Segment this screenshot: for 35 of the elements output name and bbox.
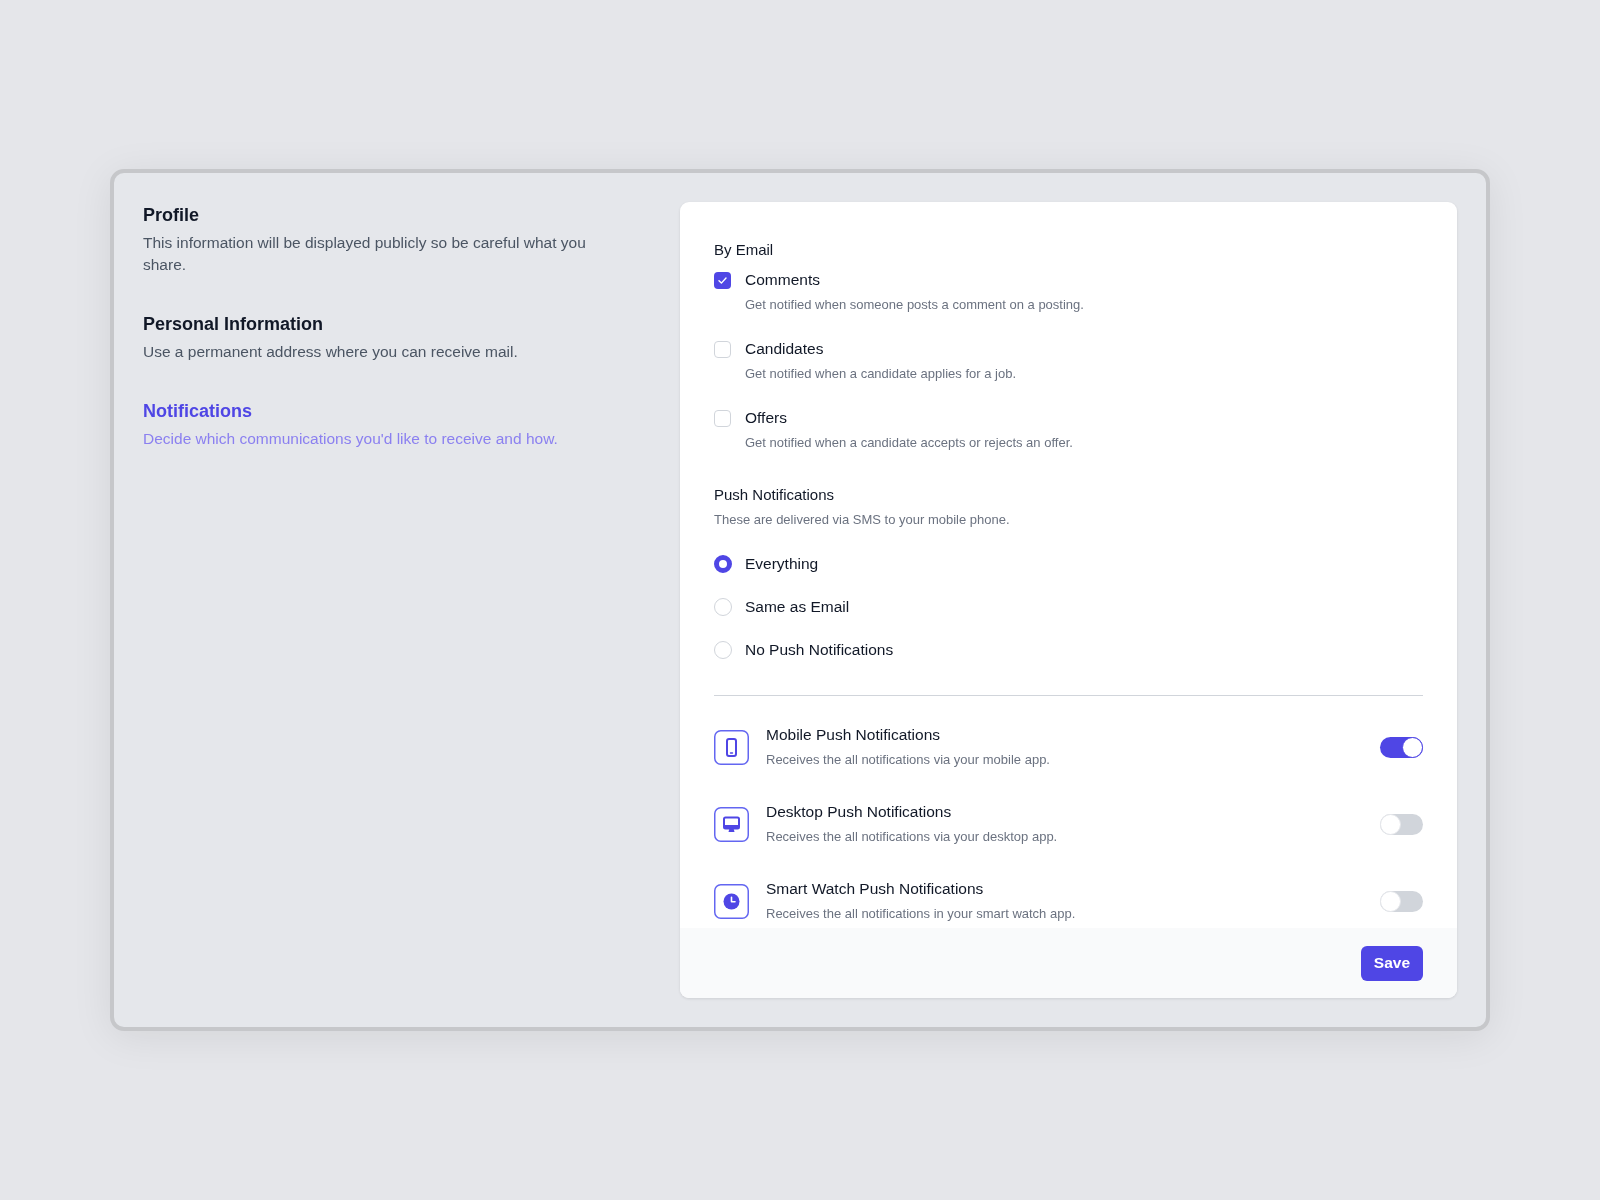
device-description: Receives the all notifications in your smart watch app. [766, 905, 1077, 923]
option-label: Candidates [745, 339, 824, 359]
option-description: Get notified when a candidate accepts or rejects an offer. [745, 434, 1074, 452]
device-title: Mobile Push Notifications [766, 725, 942, 745]
section-heading: Push Notifications [714, 485, 836, 505]
section-link[interactable]: Notifications [143, 398, 252, 424]
clock-icon [714, 883, 749, 919]
device-title: Smart Watch Push Notifications [766, 879, 985, 899]
device-title: Desktop Push Notifications [766, 802, 953, 822]
toggle-switch[interactable] [1380, 736, 1423, 758]
option-description: Get notified when someone posts a comment on a posting. [745, 296, 1085, 314]
device-description: Receives the all notifications via your mobile app. [766, 751, 1051, 769]
toggle-switch[interactable] [1380, 890, 1423, 912]
section-description: These are delivered via SMS to your mobile phone. [714, 511, 1011, 529]
option-label: Comments [745, 270, 820, 290]
monitor-icon [714, 806, 749, 842]
toggle-switch[interactable] [1380, 813, 1423, 835]
option-label: No Push Notifications [745, 640, 894, 660]
phone-icon [714, 729, 749, 765]
radio-button[interactable] [714, 555, 732, 573]
option-description: Get notified when a candidate applies for a job. [745, 365, 1017, 383]
checkbox[interactable] [714, 409, 731, 427]
option-label: Everything [745, 554, 819, 574]
section-description: Decide which communications you'd like to receive and how. [143, 429, 558, 449]
section-link[interactable]: Personal Information [143, 311, 324, 337]
checkbox[interactable] [714, 271, 731, 289]
option-label: Same as Email [745, 597, 850, 617]
section-link[interactable]: Profile [143, 202, 199, 228]
device-description: Receives the all notifications via your desktop app. [766, 828, 1059, 846]
save-button[interactable]: Save [1360, 945, 1423, 981]
section-heading: By Email [714, 240, 775, 260]
section-description: This information will be displayed publicly so be careful what you share. [143, 233, 587, 275]
checkbox[interactable] [714, 340, 731, 358]
option-label: Offers [745, 408, 787, 428]
section-description: Use a permanent address where you can receive mail. [143, 342, 518, 362]
